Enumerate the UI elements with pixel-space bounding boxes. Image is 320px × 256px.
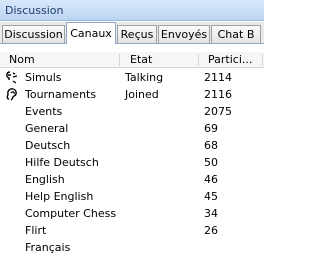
tab-discussion[interactable]: Discussion <box>2 25 65 43</box>
column-separator[interactable] <box>262 54 263 66</box>
channel-name: Hilfe Deutsch <box>25 156 99 169</box>
channel-participants: 34 <box>204 207 218 220</box>
table-row[interactable]: English 46 <box>0 171 264 188</box>
channel-name: English <box>25 173 65 186</box>
tab-recus[interactable]: Reçus <box>117 25 157 43</box>
table-row[interactable]: Computer Chess 34 <box>0 205 264 222</box>
channel-participants: 46 <box>204 173 218 186</box>
ear-icon <box>6 88 17 101</box>
channel-participants: 68 <box>204 139 218 152</box>
column-separator[interactable] <box>198 54 199 66</box>
table-row[interactable]: Hilfe Deutsch 50 <box>0 154 264 171</box>
tab-chat-b[interactable]: Chat B <box>211 25 261 43</box>
channel-name: Français <box>25 241 71 254</box>
column-nom[interactable]: Nom <box>9 52 35 67</box>
channel-name: Computer Chess <box>25 207 117 220</box>
channel-participants: 69 <box>204 122 218 135</box>
window-title: Discussion <box>0 0 264 21</box>
channel-name: Events <box>25 105 63 118</box>
channel-participants: 45 <box>204 190 218 203</box>
channel-participants: 26 <box>204 224 218 237</box>
speech-icon <box>6 71 18 84</box>
column-etat[interactable]: Etat <box>130 52 152 67</box>
channel-state: Talking <box>125 71 164 84</box>
tab-canaux[interactable]: Canaux <box>66 22 116 44</box>
channel-name: General <box>25 122 69 135</box>
tab-envoyes[interactable]: Envoyés <box>158 25 210 43</box>
channel-name: Flirt <box>25 224 47 237</box>
channel-participants: 2116 <box>204 88 232 101</box>
table-row[interactable]: Flirt 26 <box>0 222 264 239</box>
table-row[interactable]: Tournaments Joined 2116 <box>0 86 264 103</box>
channel-name: Tournaments <box>25 88 97 101</box>
channel-name: Help English <box>25 190 94 203</box>
table-row[interactable]: Français <box>0 239 264 256</box>
column-header: Nom Etat Partici... <box>0 52 264 68</box>
channel-participants: 50 <box>204 156 218 169</box>
channel-state: Joined <box>125 88 159 101</box>
column-participants[interactable]: Partici... <box>208 52 252 67</box>
channel-name: Simuls <box>25 71 62 84</box>
column-separator[interactable] <box>119 54 120 66</box>
channel-name: Deutsch <box>25 139 71 152</box>
table-row[interactable]: Help English 45 <box>0 188 264 205</box>
table-row[interactable]: Events 2075 <box>0 103 264 120</box>
table-row[interactable]: General 69 <box>0 120 264 137</box>
tab-strip: Discussion Canaux Reçus Envoyés Chat B <box>0 22 264 44</box>
table-row[interactable]: Deutsch 68 <box>0 137 264 154</box>
channel-participants: 2075 <box>204 105 232 118</box>
channel-participants: 2114 <box>204 71 232 84</box>
table-row[interactable]: Simuls Talking 2114 <box>0 69 264 86</box>
